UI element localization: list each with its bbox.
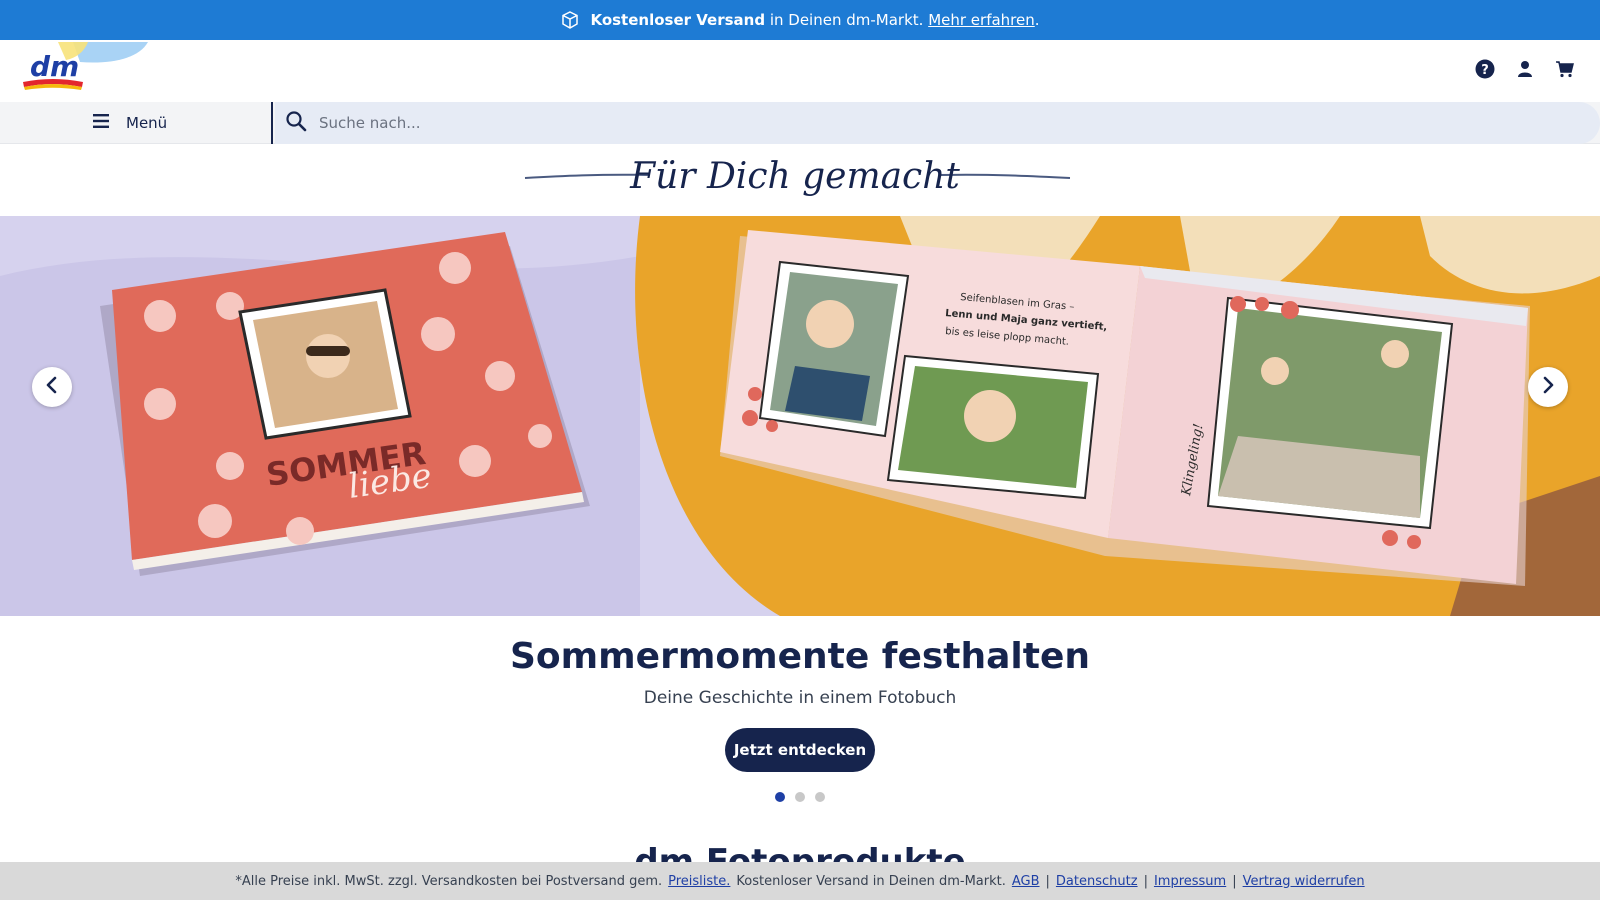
dm-logo-text: dm (30, 50, 79, 83)
footer-price-list-link[interactable]: Preisliste. (668, 874, 730, 889)
header: dm ? (0, 40, 1600, 102)
footer-separator: | (1232, 873, 1237, 889)
promo-bold-text: Kostenloser Versand (590, 11, 766, 29)
chevron-left-icon (45, 376, 59, 398)
promo-tail: . (1034, 11, 1040, 29)
cart-icon[interactable] (1554, 58, 1576, 80)
hero-banner[interactable]: SOMMER liebe Seifenblasen im Gras – Lenn… (0, 216, 1600, 616)
carousel-prev-button[interactable] (32, 367, 72, 407)
dm-logo[interactable]: dm (18, 42, 148, 98)
menu-label: Menü (126, 114, 168, 132)
menu-button[interactable]: Menü (0, 102, 273, 144)
promo-text: in Deinen dm-Markt. (765, 11, 929, 29)
carousel-dots (0, 792, 1600, 802)
search-input[interactable] (317, 113, 917, 133)
footer-separator: | (1045, 873, 1050, 889)
account-icon[interactable] (1514, 58, 1536, 80)
package-icon (560, 10, 580, 30)
tagline-text: Für Dich gemacht (629, 156, 960, 197)
chevron-right-icon (1541, 376, 1555, 398)
footer-privacy-link[interactable]: Datenschutz (1056, 874, 1138, 889)
hamburger-icon (92, 113, 110, 133)
carousel-dot-3[interactable] (815, 792, 825, 802)
hero-headline: Sommermomente festhalten (509, 636, 1091, 677)
promo-bar: Kostenloser Versand in Deinen dm-Markt. … (0, 0, 1600, 40)
footer-price-note: *Alle Preise inkl. MwSt. zzgl. Versandko… (235, 873, 663, 889)
svg-text:?: ? (1481, 63, 1489, 78)
carousel-dot-1[interactable] (775, 792, 785, 802)
header-icons: ? (1474, 58, 1576, 80)
promo-more-link[interactable]: Mehr erfahren (928, 11, 1035, 29)
tagline-banner: Für Dich gemacht (0, 144, 1600, 216)
footer-separator: | (1143, 873, 1148, 889)
carousel-next-button[interactable] (1528, 367, 1568, 407)
carousel-dot-2[interactable] (795, 792, 805, 802)
nav-row: Menü (0, 102, 1600, 144)
footer-agb-link[interactable]: AGB (1012, 874, 1040, 889)
footer-withdraw-link[interactable]: Vertrag widerrufen (1243, 874, 1365, 889)
footer-bar: *Alle Preise inkl. MwSt. zzgl. Versandko… (0, 862, 1600, 900)
footer-shipping-note: Kostenloser Versand in Deinen dm-Markt. (736, 873, 1006, 889)
search-icon[interactable] (285, 110, 307, 136)
discover-now-button[interactable]: Jetzt entdecken (725, 728, 875, 772)
help-icon[interactable]: ? (1474, 58, 1496, 80)
footer-imprint-link[interactable]: Impressum (1154, 874, 1226, 889)
hero-subline: Deine Geschichte in einem Fotobuch (643, 688, 957, 708)
search-bar (275, 102, 1600, 144)
